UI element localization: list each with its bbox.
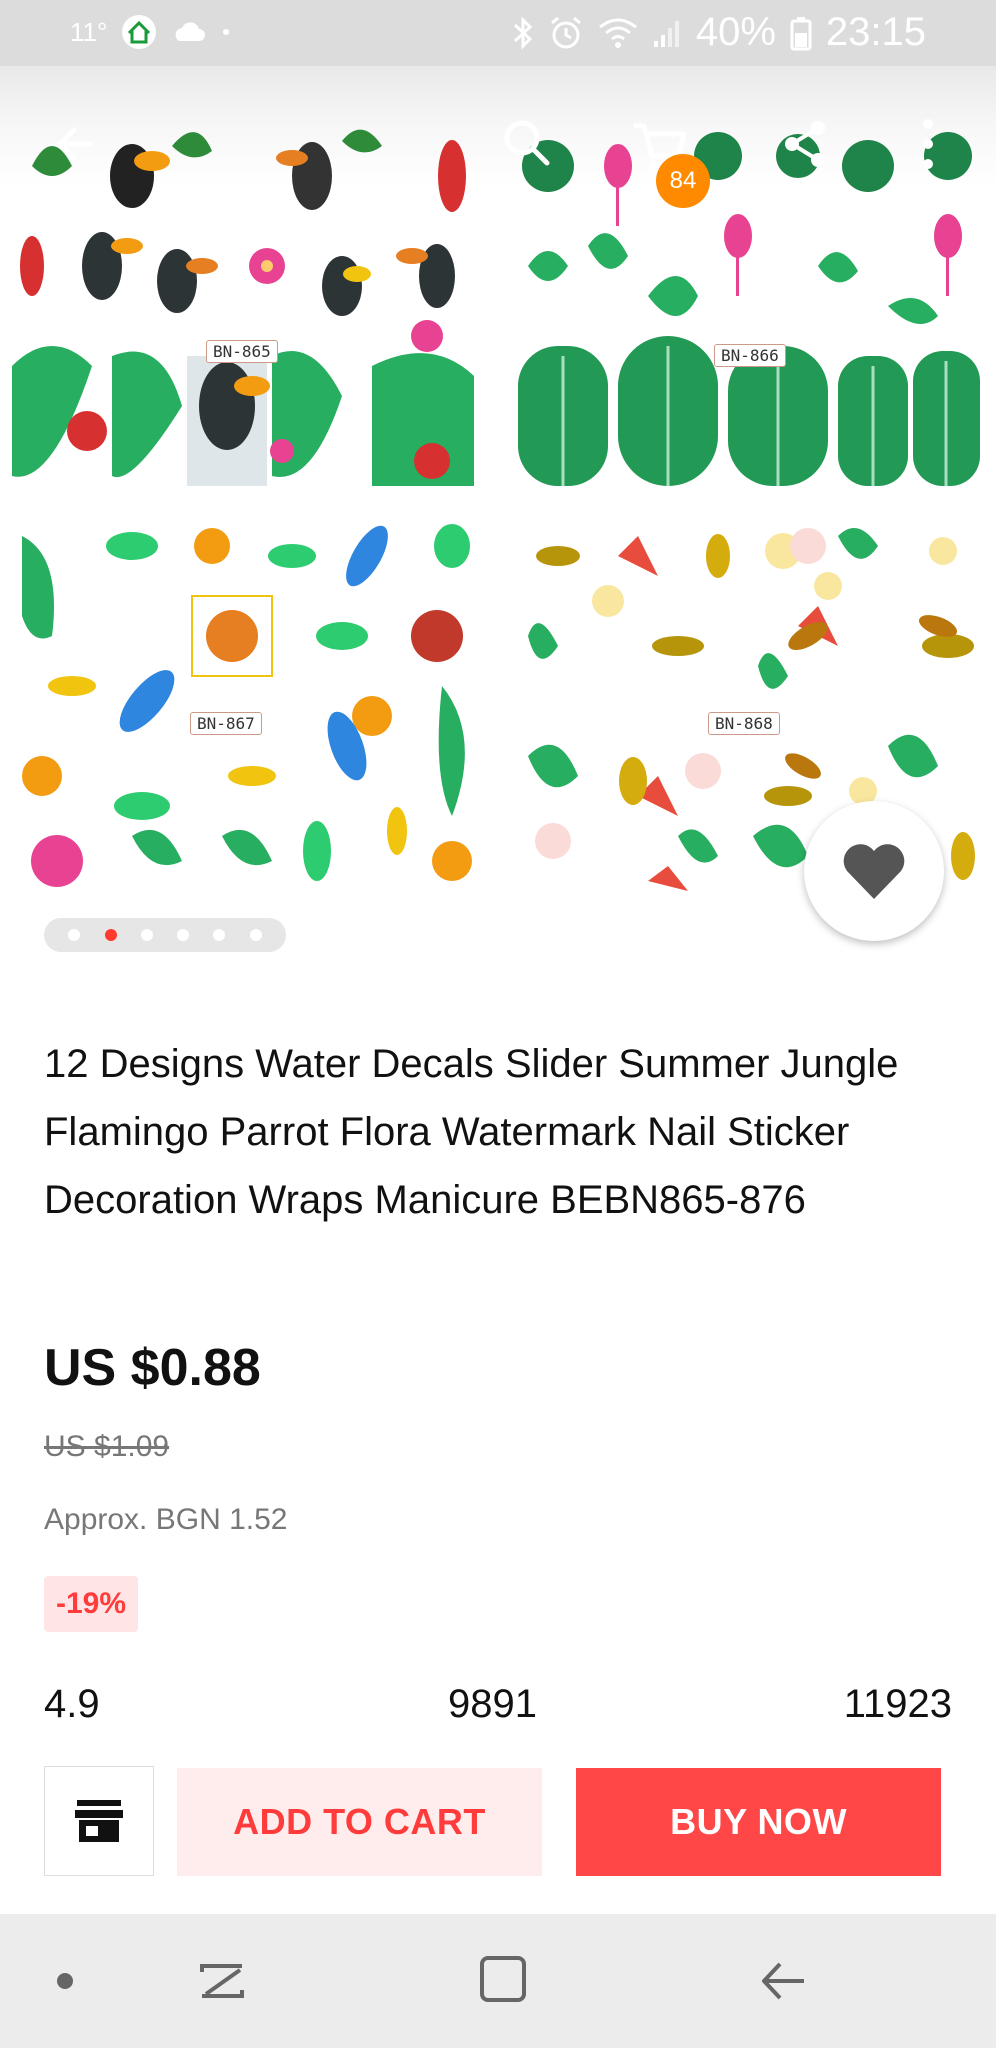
home-square-icon	[480, 1956, 526, 2002]
sticker-code-label: BN-866	[714, 344, 786, 367]
search-button[interactable]	[500, 116, 554, 175]
pager-dot	[104, 929, 117, 941]
signal-icon	[652, 17, 682, 49]
sticker-code-label: BN-867	[190, 712, 262, 735]
original-price: US $1.09	[44, 1430, 170, 1463]
product-title: 12 Designs Water Decals Slider Summer Ju…	[44, 1042, 899, 1222]
home-button[interactable]	[478, 1954, 528, 2009]
store-button[interactable]	[44, 1766, 154, 1876]
reviews-count[interactable]: 9891	[448, 1682, 537, 1727]
pager-dot	[177, 929, 190, 941]
battery-percent: 40%	[695, 10, 776, 54]
current-price: US $0.88	[44, 1339, 261, 1397]
cart-count-badge: 84	[656, 154, 710, 208]
battery-icon	[790, 15, 812, 51]
wishlist-button[interactable]	[804, 801, 944, 941]
pager-dot	[249, 929, 262, 941]
discount-badge: -19%	[44, 1576, 139, 1632]
wifi-icon	[598, 17, 638, 49]
recents-button[interactable]	[198, 1956, 248, 2011]
back-arrow-icon	[56, 127, 93, 161]
back-button[interactable]	[50, 118, 102, 175]
cloud-icon	[171, 21, 207, 43]
back-nav-icon	[762, 1962, 804, 2000]
orders-count: 11923	[843, 1682, 952, 1726]
pager-dot	[213, 929, 226, 941]
clock: 23:15	[825, 10, 926, 54]
search-icon	[504, 120, 550, 166]
sticker-sheet-bn-866: BN-866	[518, 106, 980, 486]
recents-icon	[200, 1964, 244, 1998]
more-vert-icon	[923, 119, 933, 169]
sticker-sheet-bn-867: BN-867	[12, 516, 474, 896]
sticker-code-label: BN-868	[708, 712, 780, 735]
image-pager-indicator	[44, 918, 286, 952]
share-icon	[785, 121, 825, 167]
notification-dot-icon	[221, 27, 231, 37]
pager-dot	[68, 929, 81, 941]
pager-dot	[140, 929, 153, 941]
product-image-gallery[interactable]: BN-865 BN-866 BN-867 BN-868 84	[0, 66, 996, 896]
alarm-icon	[548, 15, 584, 51]
bluetooth-icon	[512, 15, 534, 51]
status-bar: 11° 40% 23:15	[0, 0, 996, 66]
buy-now-button[interactable]: BUY NOW	[576, 1768, 941, 1876]
dot-icon	[57, 1973, 73, 1989]
back-nav-button[interactable]	[758, 1956, 808, 2011]
temperature: 11°	[70, 16, 108, 47]
add-to-cart-button[interactable]: ADD TO CART	[177, 1768, 542, 1876]
sticker-code-label: BN-865	[206, 340, 278, 363]
store-icon	[75, 1800, 123, 1842]
nav-dot-button[interactable]	[56, 1972, 74, 1995]
status-right: 40% 23:15	[512, 10, 926, 55]
approx-local-price: Approx. BGN 1.52	[44, 1503, 288, 1536]
status-left: 11°	[70, 14, 231, 50]
home-icon	[121, 14, 157, 50]
heart-icon	[843, 844, 905, 899]
rating-value[interactable]: 4.9	[44, 1682, 100, 1727]
share-button[interactable]	[780, 118, 832, 175]
more-options-button[interactable]	[918, 116, 938, 177]
system-navigation-bar	[0, 1914, 996, 2048]
